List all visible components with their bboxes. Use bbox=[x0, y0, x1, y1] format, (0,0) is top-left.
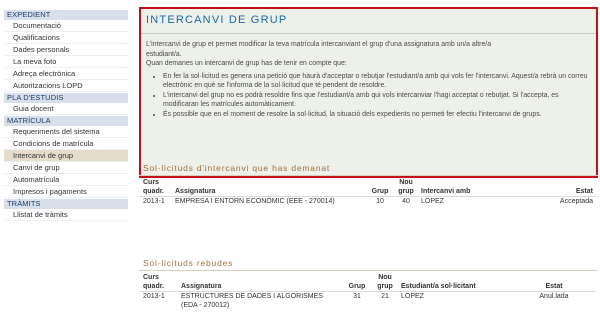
page-root: EXPEDIENT Documentació Qualificacions Dades… bbox=[0, 0, 600, 314]
sidebar-item-condicions-de-matricula[interactable]: Condicions de matrícula bbox=[4, 138, 128, 150]
col-grup: Grup bbox=[342, 274, 372, 292]
cell-estat: Acceptada bbox=[559, 198, 593, 205]
sent-requests-table: Curs quadr. Assignatura Grup Nou grup In… bbox=[140, 179, 596, 208]
sent-requests-heading: Sol·licituds d'intercanvi que has demana… bbox=[143, 163, 331, 173]
main-content: INTERCANVI DE GRUP L'intercanvi de grup … bbox=[139, 7, 598, 178]
col-curs: Curs quadr. bbox=[140, 179, 172, 197]
sidebar-section-header: MATRÍCULA bbox=[4, 115, 128, 126]
sidebar-item-dades-personals[interactable]: Dades personals bbox=[4, 44, 128, 56]
sidebar-item-qualificacions[interactable]: Qualificacions bbox=[4, 32, 128, 44]
sidebar-item-la-meva-foto[interactable]: La meva foto bbox=[4, 56, 128, 68]
sent-heading-divider bbox=[139, 175, 598, 176]
received-requests-table: Curs quadr. Assignatura Grup Nou grup Es… bbox=[140, 274, 596, 311]
cell-curs: 2013-1 bbox=[143, 198, 165, 205]
sidebar-menu: EXPEDIENT Documentació Qualificacions Dades… bbox=[4, 9, 128, 221]
sidebar-item-impresos-i-pagaments[interactable]: Impresos i pagaments bbox=[4, 186, 128, 198]
notes-list: En fer la sol·licitud es genera una peti… bbox=[146, 72, 590, 120]
cell-assignatura: EMPRESA I ENTORN ECONÒMIC (EEE - 270014) bbox=[175, 198, 335, 205]
received-requests-heading: Sol·licituds rebudes bbox=[143, 258, 234, 268]
table-row: 2013-1 ESTRUCTURES DE DADES I ALGORISMES… bbox=[140, 292, 596, 312]
intro-line-1: L'intercanvi de grup et permet modificar… bbox=[146, 41, 492, 48]
cell-grup: 31 bbox=[353, 293, 361, 300]
col-curs: Curs quadr. bbox=[140, 274, 178, 292]
col-estat: Estat bbox=[526, 179, 596, 197]
cell-curs: 2013-1 bbox=[143, 293, 165, 300]
col-estudiant-sollicitant: Estudiant/a sol·licitant bbox=[398, 274, 512, 292]
sidebar-item-documentacio[interactable]: Documentació bbox=[4, 20, 128, 32]
cell-estat: Anul.lada bbox=[539, 293, 569, 300]
col-nou-grup: Nou grup bbox=[394, 179, 418, 197]
col-nou-grup: Nou grup bbox=[372, 274, 398, 292]
note-item: En fer la sol·licitud es genera una peti… bbox=[163, 72, 590, 91]
page-title: INTERCANVI DE GRUP bbox=[146, 14, 288, 26]
info-panel: INTERCANVI DE GRUP L'intercanvi de grup … bbox=[139, 7, 598, 178]
col-assignatura: Assignatura bbox=[172, 179, 366, 197]
received-heading-divider bbox=[139, 270, 598, 271]
cell-estudiant-sollicitant: LOPEZ bbox=[401, 293, 424, 300]
sidebar-item-llistat-de-tramits[interactable]: Llistat de tràmits bbox=[4, 209, 128, 221]
table-row: 2013-1 EMPRESA I ENTORN ECONÒMIC (EEE - … bbox=[140, 197, 596, 208]
intro-line-3: Quan demanes un intercanvi de grup has d… bbox=[146, 60, 347, 67]
sidebar-item-intercanvi-de-grup[interactable]: Intercanvi de grup bbox=[4, 150, 128, 162]
col-assignatura: Assignatura bbox=[178, 274, 342, 292]
intro-line-2: estudiant/a. bbox=[146, 50, 182, 58]
sidebar-item-automatricula[interactable]: Automatrícula bbox=[4, 174, 128, 186]
cell-nou-grup: 40 bbox=[402, 198, 410, 205]
col-estat: Estat bbox=[512, 274, 596, 292]
note-item: L'intercanvi del grup no es podrà resold… bbox=[163, 91, 590, 110]
panel-divider bbox=[141, 33, 596, 34]
note-item: És possible que en el moment de resolre … bbox=[163, 110, 590, 120]
sidebar-item-canvi-de-grup[interactable]: Canvi de grup bbox=[4, 162, 128, 174]
sidebar-section-header: TRÀMITS bbox=[4, 198, 128, 209]
cell-assignatura: ESTRUCTURES DE DADES I ALGORISMES (EDA -… bbox=[181, 293, 323, 309]
col-grup: Grup bbox=[366, 179, 394, 197]
sidebar-item-adreca-electronica[interactable]: Adreça electrònica bbox=[4, 68, 128, 80]
col-intercanvi-amb: Intercanvi amb bbox=[418, 179, 526, 197]
cell-intercanvi-amb: LOPEZ bbox=[421, 198, 444, 205]
cell-nou-grup: 21 bbox=[381, 293, 389, 300]
sidebar-item-guia-docent[interactable]: Guia docent bbox=[4, 103, 128, 115]
sidebar-item-requeriments-del-sistema[interactable]: Requeriments del sistema bbox=[4, 126, 128, 138]
sidebar-item-autoritzacions-lopd[interactable]: Autoritzacions LOPD bbox=[4, 80, 128, 92]
sidebar-section-header: PLA D'ESTUDIS bbox=[4, 92, 128, 103]
cell-grup: 10 bbox=[376, 198, 384, 205]
sidebar-section-header: EXPEDIENT bbox=[4, 9, 128, 20]
